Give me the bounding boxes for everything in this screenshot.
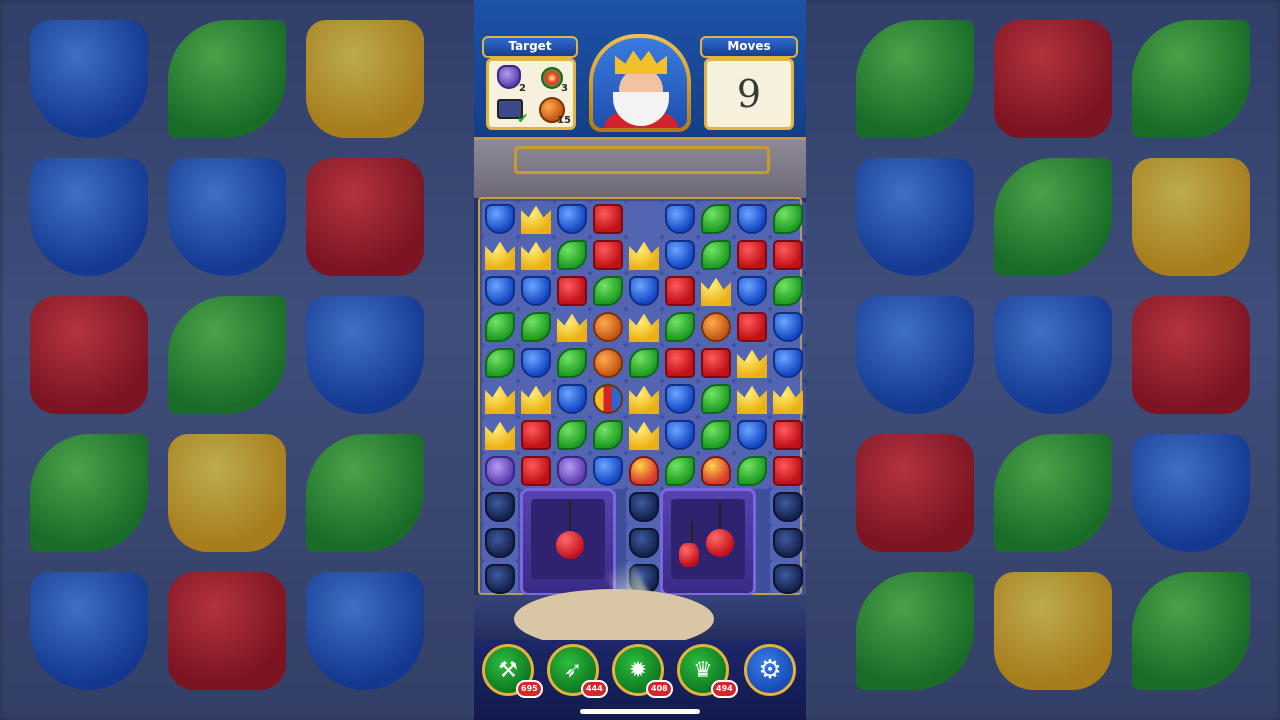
arrow-icon: ➶ [563,657,583,683]
gear-icon: ⚙ [758,655,782,685]
target-count-vase: 2 [519,83,526,94]
jester-gem-icon[interactable] [629,456,659,486]
red-gem-icon[interactable] [521,456,551,486]
red-gem-icon[interactable] [665,348,695,378]
blue-gem-icon[interactable] [737,420,767,450]
booster-count-badge: 695 [516,680,543,698]
balloon-cage [660,488,756,596]
hammer-icon: ⚒ [498,657,518,683]
blue-gem-icon[interactable] [629,276,659,306]
king-avatar [589,34,691,132]
red-gem-icon[interactable] [773,456,803,486]
pumpkin-gem-icon[interactable] [701,312,731,342]
top-hud: Target 2 3 ✔ 15 Moves 9 [474,0,806,140]
moves-panel: 9 [704,58,794,130]
pot-gem-icon[interactable] [629,528,659,558]
booster-count-badge: 494 [711,680,738,698]
target-count-pumpkin: 15 [557,115,571,126]
blue-gem-icon[interactable] [557,384,587,414]
red-gem-icon[interactable] [701,348,731,378]
jester-gem-icon[interactable] [701,456,731,486]
game-screen: Target 2 3 ✔ 15 Moves 9 ⚒ 695 ➶ 444 ✹ 40… [0,0,1280,720]
pot-gem-icon[interactable] [485,492,515,522]
red-bag-icon [556,531,584,559]
game-viewport: Target 2 3 ✔ 15 Moves 9 ⚒ 695 ➶ 444 ✹ 40… [474,0,806,720]
blue-gem-icon[interactable] [737,276,767,306]
blue-gem-icon[interactable] [665,420,695,450]
blue-gem-icon[interactable] [665,384,695,414]
settings-button[interactable]: ⚙ [744,644,796,696]
blue-gem-icon[interactable] [737,204,767,234]
room-floor [474,589,806,649]
blue-gem-icon[interactable] [557,204,587,234]
room-scene [474,140,806,198]
booster-bar: ⚒ 695 ➶ 444 ✹ 408 ♛ 494 ⚙ [474,640,806,720]
match3-board[interactable] [478,197,806,670]
red-gem-icon[interactable] [521,420,551,450]
target-panel: 2 3 ✔ 15 [486,58,576,130]
blue-gem-icon[interactable] [593,456,623,486]
booster-count-badge: 408 [646,680,673,698]
jester-hat-icon: ♛ [693,657,713,683]
blue-gem-icon[interactable] [521,348,551,378]
red-gem-icon[interactable] [773,420,803,450]
blue-gem-icon[interactable] [665,240,695,270]
vase-gem-icon[interactable] [485,456,515,486]
pot-gem-icon[interactable] [773,492,803,522]
target-title: Target [482,36,578,58]
blue-gem-icon[interactable] [485,276,515,306]
moves-title: Moves [700,36,798,58]
blue-gem-icon[interactable] [521,276,551,306]
red-gem-icon[interactable] [737,312,767,342]
check-icon: ✔ [517,111,529,127]
vase-gem-icon[interactable] [557,456,587,486]
balloon-cage [520,488,616,596]
pot-gem-icon[interactable] [629,492,659,522]
target-count-potion: 3 [561,83,568,94]
red-gem-icon[interactable] [737,240,767,270]
red-gem-icon[interactable] [557,276,587,306]
red-gem-icon[interactable] [593,204,623,234]
pot-gem-icon[interactable] [773,528,803,558]
blue-gem-icon[interactable] [773,348,803,378]
pot-gem-icon[interactable] [773,564,803,594]
blue-gem-icon[interactable] [773,312,803,342]
bomb-gem-icon[interactable] [593,384,623,414]
pumpkin-gem-icon[interactable] [593,348,623,378]
pumpkin-gem-icon[interactable] [593,312,623,342]
blue-gem-icon[interactable] [665,204,695,234]
cannon-icon: ✹ [628,657,648,683]
red-gem-icon[interactable] [773,240,803,270]
board-cell[interactable] [626,201,662,237]
booster-count-badge: 444 [581,680,608,698]
moves-counter: 9 [736,72,762,116]
blue-gem-icon[interactable] [485,204,515,234]
crown-icon [615,50,667,74]
pot-gem-icon[interactable] [485,528,515,558]
red-gem-icon[interactable] [665,276,695,306]
red-gem-icon[interactable] [593,240,623,270]
home-indicator[interactable] [580,709,700,714]
pot-gem-icon[interactable] [485,564,515,594]
red-bag-icon [679,543,699,567]
red-bag-icon [706,529,734,557]
